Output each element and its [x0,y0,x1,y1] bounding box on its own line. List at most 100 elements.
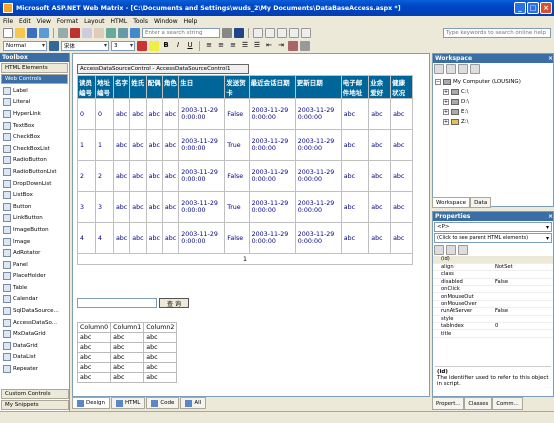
property-row[interactable]: runAtServer False [433,307,553,316]
menu-window[interactable]: Window [154,18,178,25]
close-icon[interactable]: × [548,55,553,62]
new-file-icon[interactable] [3,27,13,38]
toolbox-item[interactable]: LinkButton [0,213,69,225]
toolbox-item[interactable]: Panel [0,259,69,271]
tab-classes[interactable]: Classes [464,397,493,410]
print-icon[interactable] [58,27,68,38]
font-color-icon[interactable] [137,40,147,51]
tree-node-c[interactable]: + C:\ [435,87,551,97]
outdent-icon[interactable]: ⇤ [264,41,274,51]
toolbox-item[interactable]: Repeater [0,363,69,375]
toolbox-item[interactable]: RadioButton [0,155,69,167]
window-icon[interactable] [301,27,311,38]
menu-file[interactable]: File [3,18,13,25]
tab-workspace[interactable]: Workspace [432,197,471,208]
toolbox-icon[interactable] [265,27,275,38]
toolbox-category-snippets[interactable]: My Snippets [1,400,69,410]
expand-icon[interactable]: + [443,109,449,115]
datasource-control[interactable]: AccessDataSourceControl - AccessDataSour… [77,64,249,74]
tree-node-z[interactable]: + Z:\ [435,117,551,127]
property-row[interactable]: onClick [433,285,553,294]
expand-icon[interactable]: + [443,119,449,125]
toolbox-item[interactable]: Table [0,282,69,294]
query-textbox[interactable] [77,298,157,308]
property-value[interactable]: NotSet [493,263,553,272]
property-value[interactable]: 0 [493,322,553,331]
property-value[interactable] [493,315,553,324]
expand-icon[interactable]: + [443,89,449,95]
tab-data[interactable]: Data [470,197,492,208]
maximize-button[interactable]: □ [527,2,539,14]
menu-tools[interactable]: Tools [133,18,148,25]
alphabetical-icon[interactable] [446,245,456,255]
property-row[interactable]: class [433,270,553,279]
font-select[interactable]: 宋体 [61,40,109,51]
run-icon[interactable] [130,27,140,38]
align-left-icon[interactable]: ≡ [204,41,214,51]
paste-icon[interactable] [94,27,104,38]
property-row[interactable]: onMouseOver [433,300,553,309]
style-select[interactable]: Normal [3,40,47,51]
new-folder-icon[interactable] [434,64,444,74]
toolbox-item[interactable]: DataGrid [0,340,69,352]
copy-icon[interactable] [82,27,92,38]
tab-code[interactable]: Code [146,397,180,409]
toolbox-item[interactable]: ImageButton [0,224,69,236]
property-row[interactable]: (id) [433,256,553,264]
query-button[interactable]: 查 询 [159,298,189,308]
menu-format[interactable]: Format [57,18,78,25]
tree-node-d[interactable]: + D:\ [435,97,551,107]
property-value[interactable] [493,285,553,294]
toolbox-item[interactable]: CheckBox [0,131,69,143]
refresh-icon[interactable] [446,64,456,74]
toolbox-item[interactable]: Calendar [0,294,69,306]
collapse-icon[interactable]: − [435,79,441,85]
menu-layout[interactable]: Layout [84,18,104,25]
tab-community[interactable]: Comm... [492,397,523,410]
toolbox-item[interactable]: ListBox [0,189,69,201]
numbered-list-icon[interactable]: ☰ [240,41,250,51]
design-surface[interactable]: AccessDataSourceControl - AccessDataSour… [72,53,430,397]
indent-icon[interactable]: ⇥ [276,41,286,51]
toolbox-item[interactable]: TextBox [0,120,69,132]
toolbox-item[interactable]: AccessDataSo... [0,317,69,329]
tree-node-e[interactable]: + E:\ [435,107,551,117]
cut-icon[interactable] [70,27,80,38]
toolbox-item[interactable]: PlaceHolder [0,271,69,283]
hyperlink-icon[interactable] [288,40,298,51]
toolbox-item[interactable]: AdRotator [0,247,69,259]
align-center-icon[interactable]: ≡ [216,41,226,51]
property-value[interactable] [493,292,553,301]
open-icon[interactable] [470,64,480,74]
toolbox-category-custom[interactable]: Custom Controls [1,389,69,399]
toolbox-item[interactable]: Literal [0,97,69,109]
toolbox-item[interactable]: Image [0,236,69,248]
redo-icon[interactable] [118,27,128,38]
underline-icon[interactable]: U [185,41,195,51]
delete-icon[interactable] [458,64,468,74]
parent-elements-select[interactable]: (Click to see parent HTML elements) [434,233,552,243]
property-value[interactable] [493,300,553,309]
toolbox-item[interactable]: DataList [0,352,69,364]
property-row[interactable]: tabIndex 0 [433,322,553,331]
categorized-icon[interactable] [434,245,444,255]
element-select[interactable]: <P> [434,222,552,232]
toolbox-item[interactable]: Label [0,85,69,97]
pager-link[interactable]: 1 [77,253,413,265]
bold-icon[interactable]: B [161,41,171,51]
search-go-icon[interactable] [222,27,232,38]
data-grid[interactable]: 读员编号 地址编号 名字 姓氏 配偶 角色 生日 发送贺卡 最近会话日期 更新日期 电子邮件地址 业余… [77,75,413,265]
italic-icon[interactable]: I [173,41,183,51]
toolbox-item[interactable]: DropDownList [0,178,69,190]
menu-html[interactable]: HTML [110,18,127,25]
property-value[interactable] [493,329,553,338]
toolbox-item[interactable]: MxDataGrid [0,328,69,340]
property-row[interactable]: style [433,315,553,324]
property-row[interactable]: onMouseOut [433,292,553,301]
close-button[interactable]: × [540,2,552,14]
property-row[interactable]: title [433,329,553,338]
property-value[interactable] [493,270,553,279]
minimize-button[interactable]: _ [514,2,526,14]
toolbox-item[interactable]: HyperLink [0,108,69,120]
property-value[interactable]: False [493,307,553,316]
